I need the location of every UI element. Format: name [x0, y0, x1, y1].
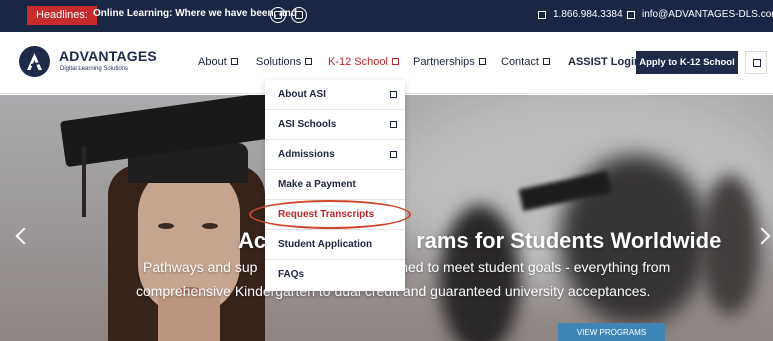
dropdown-item-label: About ASI	[278, 89, 326, 100]
hero-subtitle-part: comprehensive Kin	[136, 283, 256, 299]
next-headline-icon[interactable]	[291, 7, 307, 23]
highlight-annotation	[249, 200, 411, 229]
apply-button[interactable]: Apply to K-12 School	[636, 51, 738, 74]
headlines-badge: Headlines:	[27, 6, 97, 25]
hero-subtitle-part: gned to meet student goals - everything …	[392, 259, 671, 275]
logo-name[interactable]: ADVANTAGES	[59, 48, 157, 64]
dropdown-item-make-a-payment[interactable]: Make a Payment	[265, 170, 405, 200]
hero-title-right: rams for Students Worldwide	[416, 228, 722, 253]
prev-headline-icon[interactable]	[270, 7, 286, 23]
nav-contact[interactable]: Contact	[501, 56, 550, 68]
dropdown-item-label: FAQs	[278, 269, 305, 280]
nav-label: Partnerships	[413, 56, 475, 68]
logo-icon[interactable]	[19, 46, 50, 77]
dropdown-item-student-application[interactable]: Student Application	[265, 230, 405, 260]
dropdown-item-label: Student Application	[278, 239, 373, 250]
nav-about[interactable]: About	[198, 56, 238, 68]
dropdown-item-label: ASI Schools	[278, 119, 337, 130]
view-programs-button[interactable]: VIEW PROGRAMS	[558, 323, 665, 341]
chevron-down-icon	[305, 58, 313, 65]
phone-link[interactable]: 1.866.984.3384	[553, 9, 623, 20]
nav-solutions[interactable]: Solutions	[256, 56, 313, 68]
logo-tagline: Digital Learning Solutions	[60, 66, 129, 72]
top-bar: Headlines: Online Learning: Where we hav…	[0, 0, 773, 32]
dropdown-item-label: Admissions	[278, 149, 335, 160]
nav-assist-login[interactable]: ASSIST Login	[568, 56, 641, 68]
nav-label: About	[198, 56, 227, 68]
phone-icon	[538, 11, 546, 19]
hero-subtitle-part: credit and guaranteed university accepta…	[364, 283, 651, 299]
chevron-down-icon	[478, 58, 486, 65]
nav-label: ASSIST Login	[568, 56, 641, 68]
dropdown-item-asi-schools[interactable]: ASI Schools	[265, 110, 405, 140]
hero-title-left: Ac	[238, 228, 267, 253]
chevron-down-icon	[391, 58, 399, 65]
dropdown-item-faqs[interactable]: FAQs	[265, 260, 405, 290]
nav-k12-school[interactable]: K-12 School	[328, 56, 399, 68]
nav-label: Contact	[501, 56, 539, 68]
nav-label: K-12 School	[328, 56, 388, 68]
email-link[interactable]: info@ADVANTAGES-DLS.com	[642, 9, 773, 20]
dropdown-item-admissions[interactable]: Admissions	[265, 140, 405, 170]
nav-label: Solutions	[256, 56, 302, 68]
chevron-right-icon	[390, 121, 397, 128]
chevron-down-icon	[542, 58, 550, 65]
dropdown-item-about-asi[interactable]: About ASI	[265, 80, 405, 110]
chevron-down-icon	[230, 58, 238, 65]
hero-subtitle: Pathways and sup gned to meet student goa…	[143, 259, 670, 275]
mail-icon	[627, 11, 635, 19]
search-icon[interactable]	[745, 51, 767, 74]
chevron-right-icon	[390, 151, 397, 158]
nav-partnerships[interactable]: Partnerships	[413, 56, 486, 68]
k12-dropdown-menu: About ASI ASI Schools Admissions Make a …	[265, 80, 405, 291]
chevron-right-icon	[390, 91, 397, 98]
headline-ticker[interactable]: Online Learning: Where we have been, and	[93, 8, 297, 19]
dropdown-item-label: Make a Payment	[278, 179, 356, 190]
hero-subtitle-part: Pathways and sup	[143, 259, 258, 275]
